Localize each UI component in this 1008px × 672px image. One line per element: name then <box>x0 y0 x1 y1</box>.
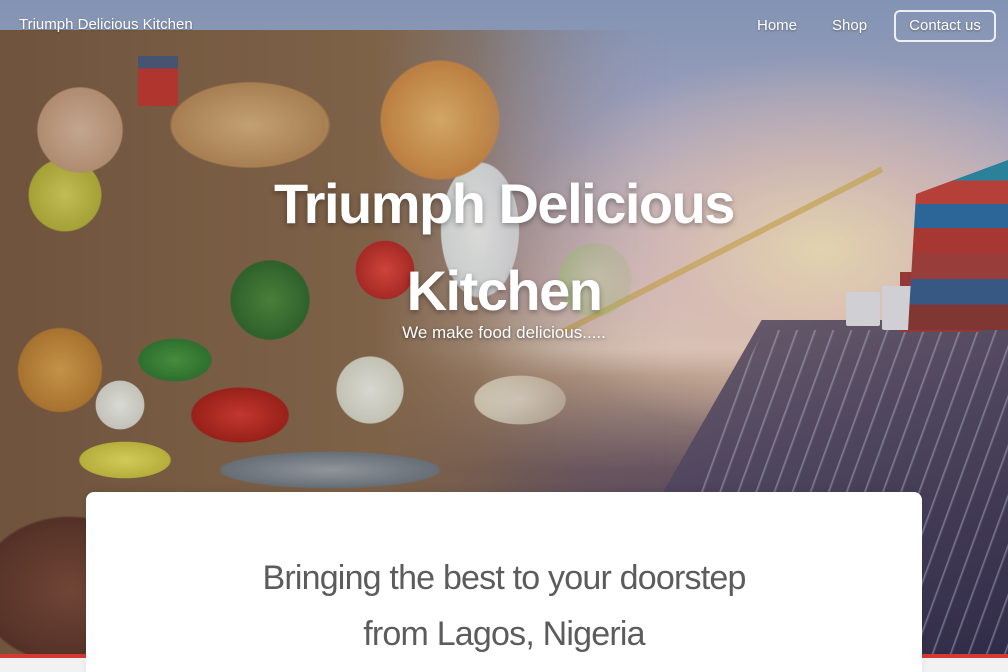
intro-heading: Bringing the best to your doorstep from … <box>86 550 922 662</box>
intro-heading-line1: Bringing the best to your doorstep <box>262 559 746 597</box>
hero-title-line1: Triumph Delicious <box>274 172 735 235</box>
intro-heading-line2: from Lagos, Nigeria <box>363 615 645 653</box>
brand-link[interactable]: Triumph Delicious Kitchen <box>19 16 193 33</box>
nav-link-home[interactable]: Home <box>757 17 797 34</box>
navbar: Triumph Delicious Kitchen Home Shop Cont… <box>0 0 1008 54</box>
nav-link-shop[interactable]: Shop <box>832 17 867 34</box>
intro-card: Bringing the best to your doorstep from … <box>86 492 922 672</box>
hero-subtitle: We make food delicious..... <box>402 323 606 342</box>
hero-title-line2: Kitchen <box>406 259 603 322</box>
hero-title: Triumph Delicious Kitchen <box>254 160 754 334</box>
page: Triumph Delicious Kitchen Home Shop Cont… <box>0 0 1008 672</box>
contact-us-button[interactable]: Contact us <box>894 10 996 42</box>
